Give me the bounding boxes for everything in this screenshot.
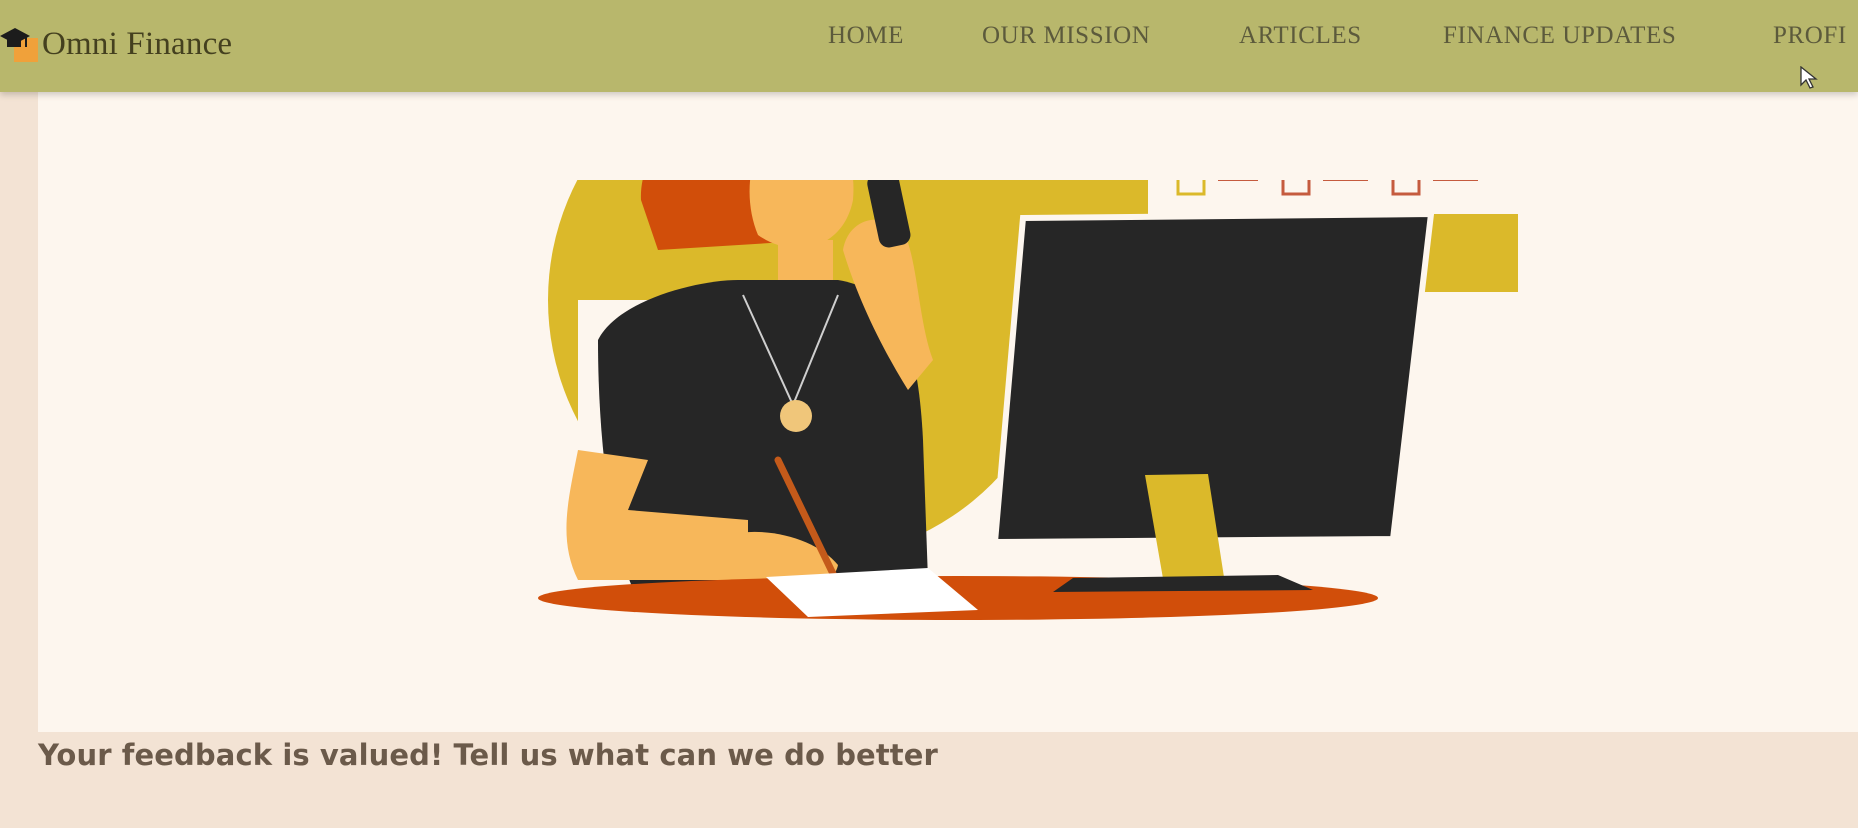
mouse-cursor-icon (1800, 66, 1818, 89)
hero-panel (38, 92, 1858, 732)
nav-profile[interactable]: PROFI (1773, 22, 1847, 50)
feedback-message: Your feedback is valued! Tell us what ca… (38, 738, 938, 772)
top-navbar: Omni Finance HOME OUR MISSION ARTICLES F… (0, 0, 1858, 92)
main-nav: HOME OUR MISSION ARTICLES FINANCE UPDATE… (0, 0, 1858, 76)
nav-home[interactable]: HOME (828, 22, 904, 50)
woman-on-phone-at-computer-illustration (538, 180, 1518, 692)
nav-our-mission[interactable]: OUR MISSION (982, 22, 1150, 50)
nav-finance-updates[interactable]: FINANCE UPDATES (1443, 22, 1676, 50)
nav-articles[interactable]: ARTICLES (1239, 22, 1362, 50)
